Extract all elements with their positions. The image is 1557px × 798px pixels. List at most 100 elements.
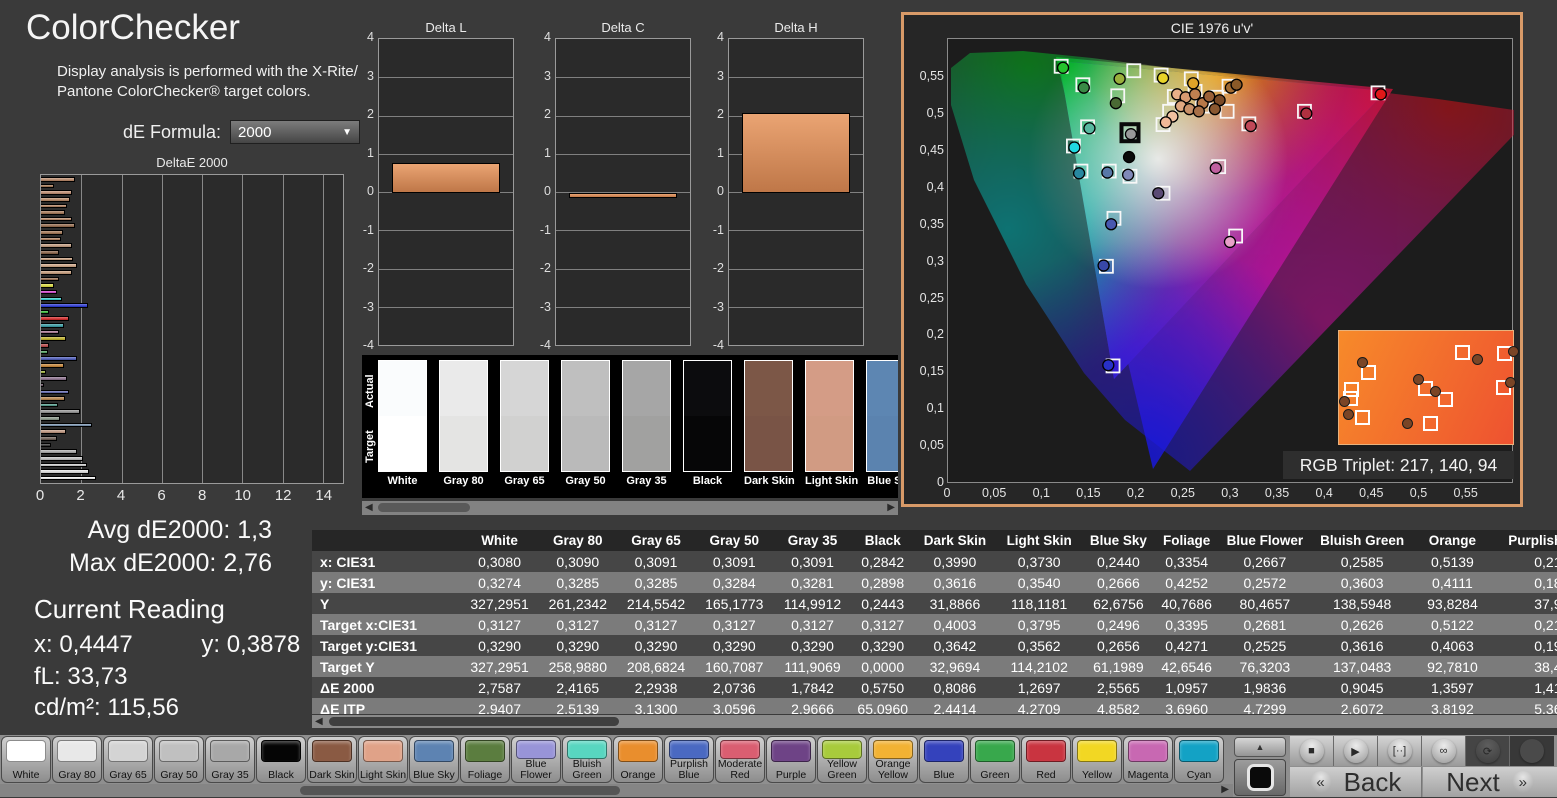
swatch-item: Black bbox=[683, 360, 732, 487]
patch-button-bluish-green[interactable]: BluishGreen bbox=[562, 736, 612, 783]
swatch-actual bbox=[867, 361, 898, 416]
patch-button-blue-sky[interactable]: Blue Sky bbox=[409, 736, 459, 783]
table-cell: 0,5122 bbox=[1413, 614, 1491, 635]
table-column-header: Light Skin bbox=[996, 530, 1082, 551]
patch-button-foliage[interactable]: Foliage bbox=[460, 736, 510, 783]
patch-button-label: Blue Sky bbox=[413, 762, 454, 782]
scrollbar-handle[interactable] bbox=[300, 786, 620, 795]
stop-button[interactable]: ■ bbox=[1290, 736, 1334, 766]
axis-tick-label: 0 bbox=[352, 184, 374, 198]
next-button[interactable]: Next » bbox=[1423, 767, 1557, 797]
patch-button-blue[interactable]: Blue bbox=[919, 736, 969, 783]
patch-button-black[interactable]: Black bbox=[256, 736, 306, 783]
pattern-bracket-button[interactable]: [··] bbox=[1378, 736, 1422, 766]
patch-button-red[interactable]: Red bbox=[1021, 736, 1071, 783]
scrollbar-handle[interactable] bbox=[329, 717, 619, 726]
axis-tick-label: 3 bbox=[529, 69, 551, 83]
table-cell: 0,3730 bbox=[996, 551, 1082, 572]
patch-button-purple[interactable]: Purple bbox=[766, 736, 816, 783]
patch-button-gray-65[interactable]: Gray 65 bbox=[103, 736, 153, 783]
patch-bar-scrollbar[interactable]: ▶ bbox=[0, 784, 1233, 797]
patch-button-label: BlueFlower bbox=[520, 759, 552, 782]
patch-color-chip bbox=[363, 740, 403, 762]
axis-tick-label: 0,2 bbox=[1127, 486, 1144, 500]
refresh-button[interactable]: ⟳ bbox=[1466, 736, 1510, 766]
scroll-right-icon[interactable]: ▶ bbox=[1221, 784, 1229, 795]
table-cell: 0,2443 bbox=[852, 593, 914, 614]
table-column-header: Dark Skin bbox=[914, 530, 996, 551]
axis-tick-label: 0,4 bbox=[908, 180, 944, 194]
de-formula-dropdown[interactable]: 2000 ▼ bbox=[230, 120, 360, 144]
pattern-window-button[interactable] bbox=[1234, 759, 1286, 796]
table-row-label: Target y:CIE31 bbox=[312, 635, 460, 656]
patch-button-label: Gray 50 bbox=[160, 762, 197, 782]
cie-diagram-plot: RGB Triplet: 217, 140, 94 bbox=[947, 38, 1513, 483]
patch-button-label: Black bbox=[268, 762, 294, 782]
axis-tick-label: 10 bbox=[234, 487, 251, 504]
de2000-bar bbox=[41, 257, 73, 262]
table-cell: 0,3562 bbox=[996, 635, 1082, 656]
table-column-header: Purplish Blue bbox=[1492, 530, 1557, 551]
de2000-bar bbox=[41, 270, 72, 275]
patch-button-cyan[interactable]: Cyan bbox=[1174, 736, 1224, 783]
swatch-target bbox=[806, 416, 853, 471]
de2000-bar bbox=[41, 403, 58, 408]
swatch-target bbox=[379, 416, 426, 471]
scroll-left-icon[interactable]: ◀ bbox=[365, 502, 373, 513]
scroll-right-icon[interactable]: ▶ bbox=[887, 502, 895, 513]
axis-tick-label: -4 bbox=[352, 338, 374, 352]
panel-up-button[interactable]: ▲ bbox=[1234, 737, 1286, 757]
chevron-up-icon: ▲ bbox=[1256, 742, 1265, 752]
de2000-bar bbox=[41, 210, 65, 215]
table-cell: 0,192 bbox=[1492, 635, 1557, 656]
record-button[interactable]: ● bbox=[1510, 736, 1554, 766]
page-title: ColorChecker bbox=[26, 8, 240, 48]
table-row-label: Y bbox=[312, 593, 460, 614]
patch-color-chip bbox=[720, 740, 760, 759]
patch-color-chip bbox=[57, 740, 97, 762]
patch-button-blue-flower[interactable]: BlueFlower bbox=[511, 736, 561, 783]
delta-chart-h: Delta H43210-1-2-3-4 bbox=[702, 20, 874, 372]
de2000-bar bbox=[41, 323, 64, 328]
patch-button-purplish-blue[interactable]: PurplishBlue bbox=[664, 736, 714, 783]
de2000-bar bbox=[41, 316, 69, 321]
table-cell: 0,4063 bbox=[1413, 635, 1491, 656]
patch-button-light-skin[interactable]: Light Skin bbox=[358, 736, 408, 783]
table-cell: 40,7686 bbox=[1155, 593, 1219, 614]
patch-button-yellow-green[interactable]: YellowGreen bbox=[817, 736, 867, 783]
patch-button-moderate-red[interactable]: ModerateRed bbox=[715, 736, 765, 783]
patch-selection-bar: WhiteGray 80 Gray 65 Gray 50 Gray 35 Black Da… bbox=[0, 735, 1557, 797]
patch-button-gray-50[interactable]: Gray 50 bbox=[154, 736, 204, 783]
patch-color-chip bbox=[1179, 740, 1219, 762]
patch-color-chip bbox=[567, 740, 607, 759]
patch-button-label: Gray 65 bbox=[109, 762, 146, 782]
patch-button-gray-35[interactable]: Gray 35 bbox=[205, 736, 255, 783]
continuous-button[interactable]: ∞ bbox=[1422, 736, 1466, 766]
scroll-left-icon[interactable]: ◀ bbox=[315, 716, 323, 727]
delta-chart-c: Delta C43210-1-2-3-4 bbox=[529, 20, 701, 372]
patch-button-magenta[interactable]: Magenta bbox=[1123, 736, 1173, 783]
swatch-strip-scrollbar[interactable]: ◀ ▶ bbox=[362, 501, 898, 515]
patch-button-dark-skin[interactable]: Dark Skin bbox=[307, 736, 357, 783]
axis-tick-label: 0,55 bbox=[1453, 486, 1477, 500]
table-cell: 4,2709 bbox=[996, 698, 1082, 714]
play-button[interactable]: ▶ bbox=[1334, 736, 1378, 766]
table-cell: 0,5139 bbox=[1413, 551, 1491, 572]
patch-button-orange[interactable]: Orange bbox=[613, 736, 663, 783]
table-scrollbar[interactable]: ◀ bbox=[312, 715, 1557, 728]
table-cell: 92,7810 bbox=[1413, 656, 1491, 677]
patch-button-white[interactable]: White bbox=[1, 736, 51, 783]
axis-tick-label: 3 bbox=[702, 69, 724, 83]
table-cell: 2,5565 bbox=[1082, 677, 1154, 698]
axis-tick-label: 2 bbox=[352, 107, 374, 121]
patch-button-gray-80[interactable]: Gray 80 bbox=[52, 736, 102, 783]
back-button[interactable]: « Back bbox=[1290, 767, 1422, 797]
patch-button-green[interactable]: Green bbox=[970, 736, 1020, 783]
swatch-item: Dark Skin bbox=[744, 360, 793, 487]
table-cell: 0,210 bbox=[1492, 551, 1557, 572]
patch-button-yellow[interactable]: Yellow bbox=[1072, 736, 1122, 783]
scrollbar-handle[interactable] bbox=[378, 503, 470, 512]
table-cell: 0,3290 bbox=[460, 635, 538, 656]
patch-button-orange-yellow[interactable]: OrangeYellow bbox=[868, 736, 918, 783]
axis-tick-label: -4 bbox=[529, 338, 551, 352]
